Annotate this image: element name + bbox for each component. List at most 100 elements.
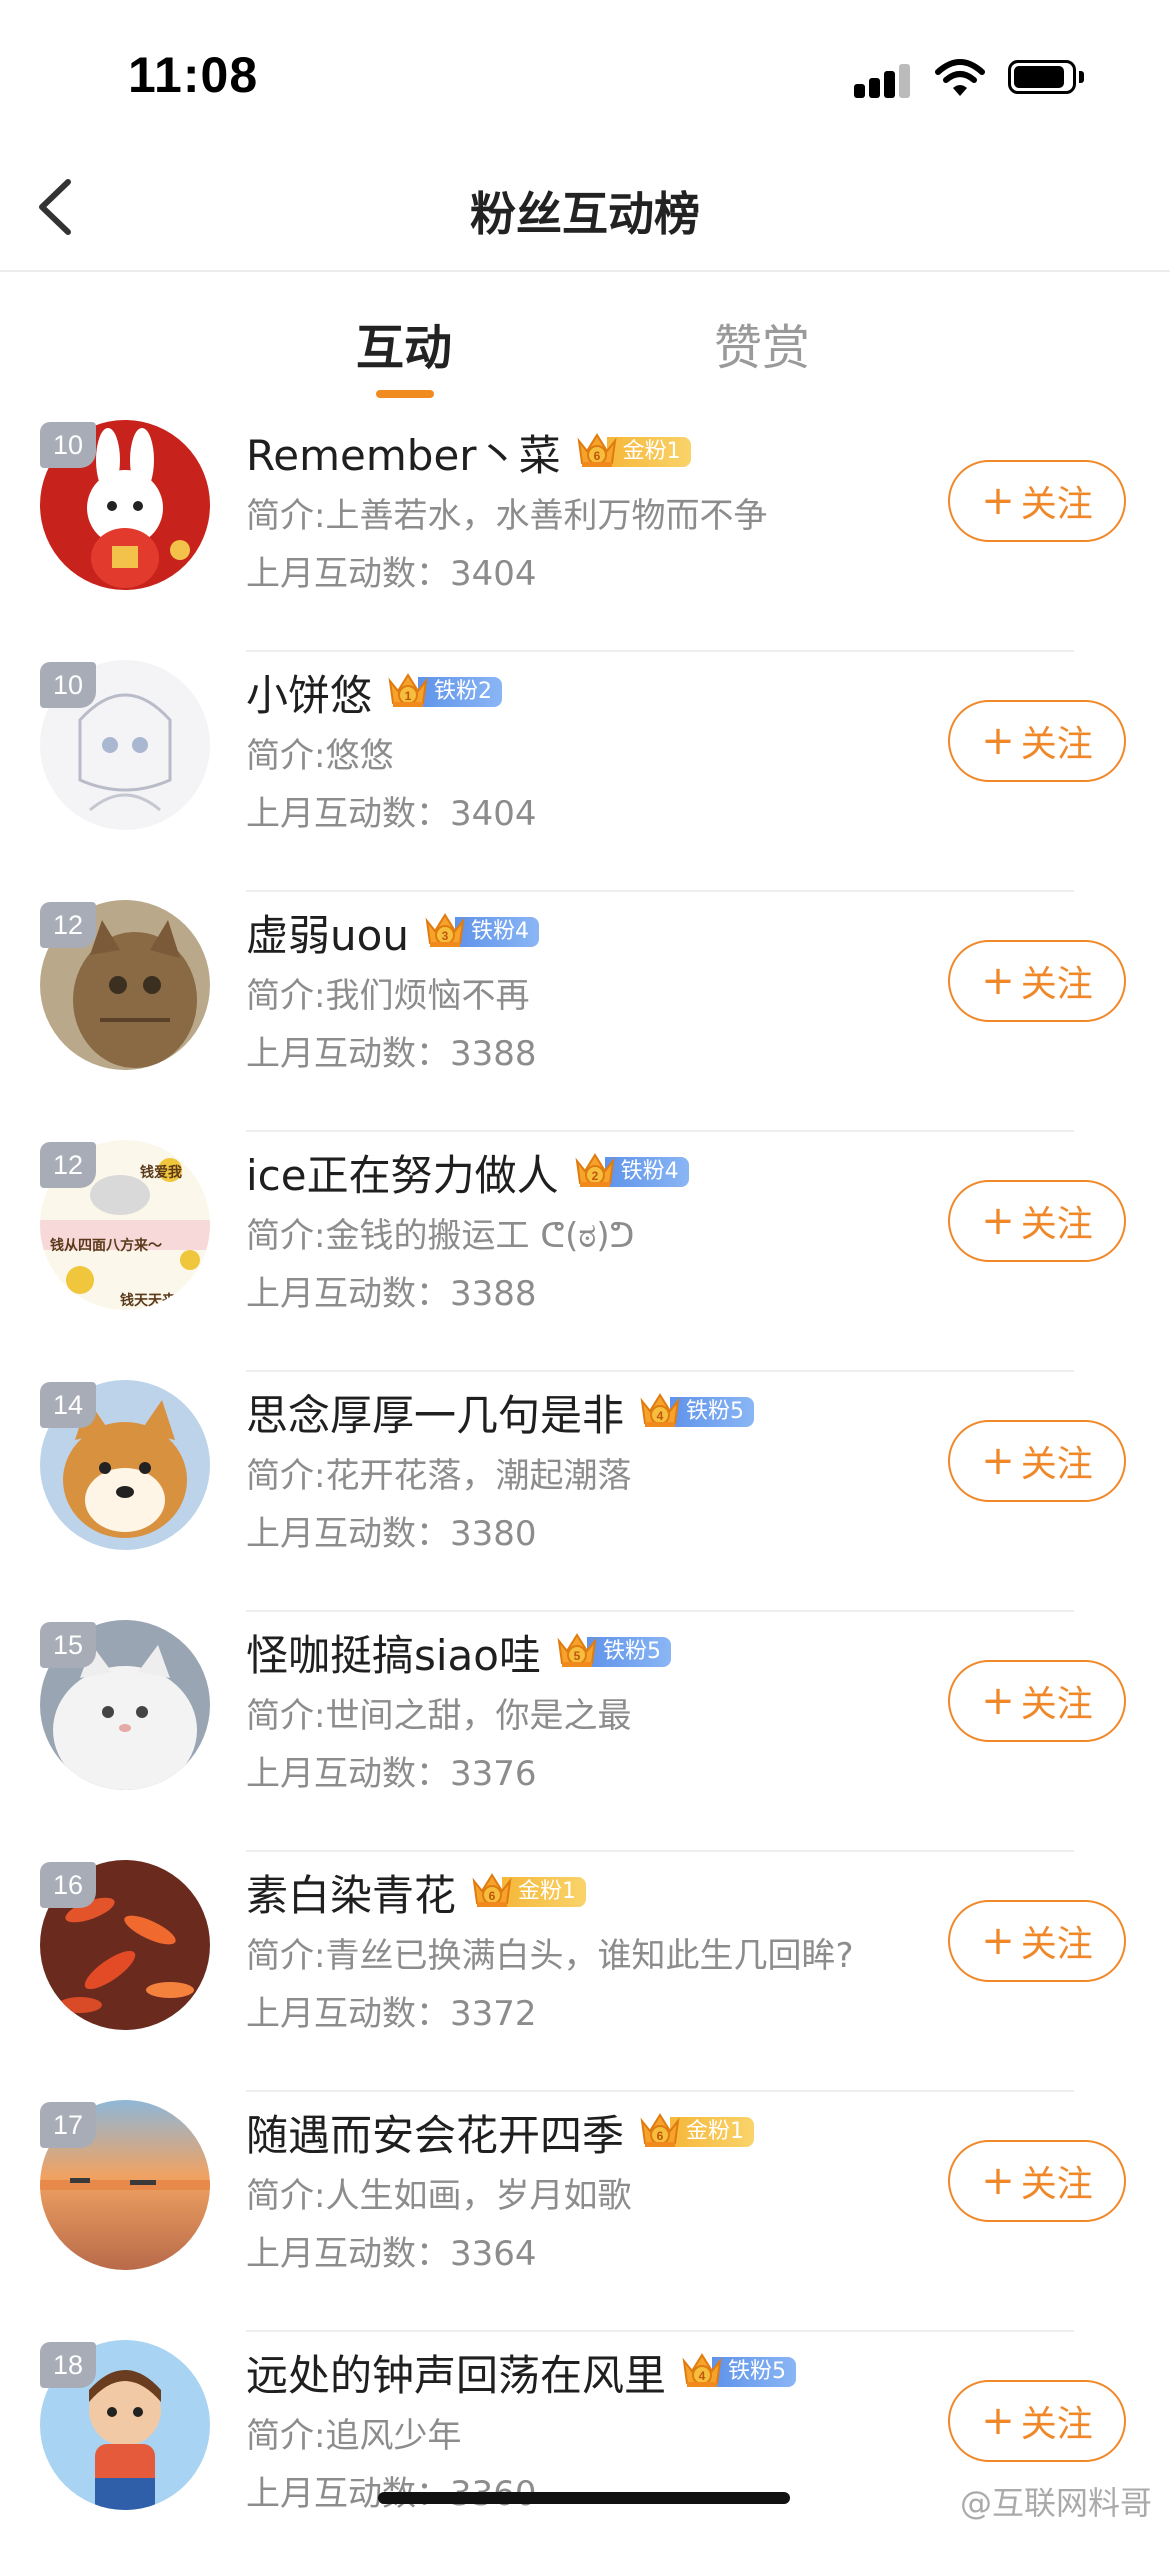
interaction-count: 上月互动数：3380	[246, 1514, 537, 1554]
crown-icon: 6	[638, 2109, 682, 2155]
status-time: 11:08	[128, 47, 259, 103]
name-line: 素白染青花 6 金粉1	[246, 1862, 587, 1923]
fan-row[interactable]: 15 怪咖挺搞siao哇 5 铁粉5 简介:世间之甜，你是之最 上月互动数：3376 + 关注	[0, 1612, 1170, 1852]
user-name[interactable]: Remember丶菜	[246, 422, 561, 483]
name-line: 虚弱uou 3 铁粉4	[246, 902, 539, 962]
follow-button[interactable]: + 关注	[948, 1660, 1126, 1742]
follow-label: 关注	[1020, 724, 1093, 765]
fan-level-badge: 4 铁粉5	[638, 1389, 755, 1435]
rank-badge: 10	[40, 422, 96, 468]
plus-icon: +	[981, 2398, 1015, 2444]
rank-badge: 12	[40, 1142, 96, 1188]
svg-text:5: 5	[574, 1649, 581, 1663]
name-line: 小饼悠 1 铁粉2	[246, 662, 503, 723]
user-name[interactable]: 小饼悠	[246, 662, 372, 723]
follow-label: 关注	[1020, 1924, 1093, 1965]
follow-button[interactable]: + 关注	[948, 460, 1126, 542]
user-bio: 简介:花开花落，潮起潮落	[246, 1456, 632, 1496]
fan-row[interactable]: 12 虚弱uou 3 铁粉4 简介:我们烦恼不再 上月互动数：3388 + 关注	[0, 892, 1170, 1132]
name-line: ice正在努力做人 2 铁粉4	[246, 1142, 689, 1202]
plus-icon: +	[981, 1918, 1015, 1964]
plus-icon: +	[981, 478, 1015, 524]
user-name[interactable]: 素白染青花	[246, 1862, 456, 1923]
svg-text:6: 6	[593, 449, 600, 463]
fan-level-label: 金粉1	[502, 1877, 587, 1907]
fan-level-label: 铁粉5	[670, 1397, 755, 1427]
interaction-count: 上月互动数：3376	[246, 1754, 537, 1794]
fan-level-badge: 1 铁粉2	[386, 669, 503, 715]
plus-icon: +	[981, 1438, 1015, 1484]
avatar-caption: 钱天天来	[120, 1293, 176, 1309]
interaction-count: 上月互动数：3372	[246, 1994, 537, 2034]
follow-label: 关注	[1020, 1204, 1093, 1245]
svg-text:4: 4	[657, 1409, 664, 1423]
fan-level-label: 铁粉5	[712, 2357, 797, 2387]
tab-interaction[interactable]: 互动	[304, 308, 504, 378]
user-name[interactable]: ice正在努力做人	[246, 1142, 559, 1203]
interaction-count: 上月互动数：3404	[246, 794, 537, 834]
rank-badge: 10	[40, 662, 96, 708]
fan-row[interactable]: 10 Remember丶菜 6 金粉1 简介:上善若水，水善利万物而不争 上月互动数：34…	[0, 412, 1170, 652]
user-bio: 简介:金钱的搬运工 ᕦ(ಠ)ᕤ	[246, 1216, 635, 1256]
follow-button[interactable]: + 关注	[948, 2140, 1126, 2222]
name-line: 怪咖挺搞siao哇 5 铁粉5	[246, 1622, 671, 1682]
fan-row[interactable]: 16 素白染青花 6 金粉1 简介:青丝已换满白头，谁知此生几回眸? 上月互动数：3372…	[0, 1852, 1170, 2092]
plus-icon: +	[981, 718, 1015, 764]
name-line: 随遇而安会花开四季 6 金粉1	[246, 2102, 755, 2163]
user-name[interactable]: 思念厚厚一几句是非	[246, 1382, 624, 1443]
fan-level-label: 金粉1	[606, 437, 691, 467]
user-name[interactable]: 随遇而安会花开四季	[246, 2102, 624, 2163]
follow-button[interactable]: + 关注	[948, 1900, 1126, 1982]
crown-icon: 4	[680, 2349, 724, 2395]
user-bio: 简介:我们烦恼不再	[246, 976, 530, 1016]
status-bar: 11:08	[0, 0, 1170, 150]
fan-row[interactable]: 钱爱我 钱从四面八方来～ 钱天天来 12 ice正在努力做人 2 铁粉4 简介:金钱的搬运工 …	[0, 1132, 1170, 1372]
crown-icon: 5	[555, 1629, 599, 1675]
follow-label: 关注	[1020, 2164, 1093, 2205]
interaction-count: 上月互动数：3364	[246, 2234, 537, 2274]
follow-button[interactable]: + 关注	[948, 940, 1126, 1022]
rank-badge: 18	[40, 2342, 96, 2388]
fan-level-badge: 3 铁粉4	[423, 912, 539, 952]
fan-level-label: 铁粉4	[604, 1157, 689, 1187]
home-indicator	[378, 2492, 790, 2504]
follow-label: 关注	[1020, 1444, 1093, 1485]
follow-button[interactable]: + 关注	[948, 1420, 1126, 1502]
user-name[interactable]: 虚弱uou	[246, 902, 409, 963]
crown-icon: 2	[573, 1149, 617, 1195]
user-name[interactable]: 怪咖挺搞siao哇	[246, 1622, 541, 1683]
plus-icon: +	[981, 1678, 1015, 1724]
fan-level-label: 铁粉4	[454, 917, 539, 947]
battery-icon	[1008, 60, 1084, 96]
user-name[interactable]: 远处的钟声回荡在风里	[246, 2342, 666, 2403]
crown-icon: 4	[638, 1389, 682, 1435]
crown-icon: 6	[575, 429, 619, 475]
follow-button[interactable]: + 关注	[948, 2380, 1126, 2462]
page-title: 粉丝互动榜	[470, 187, 700, 241]
plus-icon: +	[981, 2158, 1015, 2204]
svg-text:6: 6	[489, 1889, 496, 1903]
fan-row[interactable]: 10 小饼悠 1 铁粉2 简介:悠悠 上月互动数：3404 + 关注	[0, 652, 1170, 892]
plus-icon: +	[981, 1198, 1015, 1244]
tab-reward[interactable]: 赞赏	[662, 308, 862, 378]
rank-badge: 17	[40, 2102, 96, 2148]
crown-icon: 1	[386, 669, 430, 715]
user-bio: 简介:青丝已换满白头，谁知此生几回眸?	[246, 1936, 854, 1976]
svg-text:3: 3	[442, 929, 449, 943]
fan-level-badge: 2 铁粉4	[573, 1152, 689, 1192]
interaction-count: 上月互动数：3360	[246, 2466, 537, 2515]
wifi-icon	[935, 59, 985, 96]
fan-row[interactable]: 18 远处的钟声回荡在风里 4 铁粉5 简介:追风少年上月互动数：3360 +关注	[0, 2332, 1170, 2572]
fan-level-badge: 6 金粉1	[470, 1872, 587, 1912]
fan-row[interactable]: 17 随遇而安会花开四季 6 金粉1 简介:人生如画，岁月如歌 上月互动数：3364 + 关注	[0, 2092, 1170, 2332]
fan-row[interactable]: 14 思念厚厚一几句是非 4 铁粉5 简介:花开花落，潮起潮落 上月互动数：3380 + 关注	[0, 1372, 1170, 1612]
avatar-caption: 钱从四面八方来～	[50, 1238, 162, 1254]
watermark: @互联网料哥	[959, 2484, 1152, 2522]
fan-level-badge: 5 铁粉5	[555, 1632, 671, 1672]
crown-icon: 3	[423, 909, 467, 955]
follow-button[interactable]: + 关注	[948, 1180, 1126, 1262]
fan-level-badge: 6 金粉1	[638, 2109, 755, 2155]
svg-text:1: 1	[405, 689, 412, 703]
nav-bar: 粉丝互动榜	[0, 150, 1170, 272]
follow-button[interactable]: + 关注	[948, 700, 1126, 782]
